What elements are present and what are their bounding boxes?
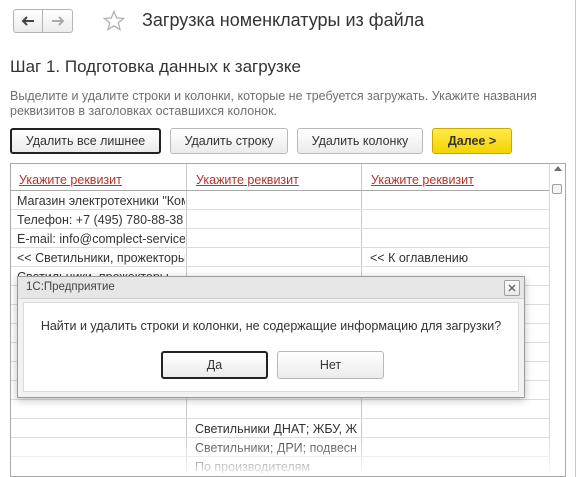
table-cell[interactable] [195,403,361,419]
step-title: Шаг 1. Подготовка данных к загрузке [10,57,301,76]
table-cell[interactable] [195,213,361,229]
no-button[interactable]: Нет [277,351,384,379]
table-cell[interactable] [370,194,546,210]
remove-row-button[interactable]: Удалить строку [170,128,288,154]
table-row[interactable]: Телефон: +7 (495) 780-88-38 [11,211,549,229]
column-1-attribute-link[interactable]: Укажите реквизит [19,173,122,187]
column-2-attribute-link[interactable]: Укажите реквизит [196,173,299,187]
hint-text: Выделите и удалите строки и колонки, кот… [10,89,537,118]
table-cell[interactable] [195,194,361,210]
navigation-buttons [13,9,73,33]
yes-button[interactable]: Да [161,351,268,379]
remove-column-button[interactable]: Удалить колонку [297,128,423,154]
table-cell[interactable] [370,213,546,229]
next-button[interactable]: Далее > [432,128,512,154]
dialog-body: Найти и удалить строки и колонки, не сод… [23,302,519,392]
table-cell[interactable] [370,232,546,248]
dialog-close-button[interactable] [504,280,520,296]
table-cell[interactable]: << К оглавлению [370,251,546,267]
dialog-titlebar: 1С:Предприятие [18,277,524,299]
main-window: Загрузка номенклатуры из файла Шаг 1. По… [0,0,576,477]
table-fade [11,436,565,476]
table-cell[interactable]: << Светильники, прожекторы [17,251,185,267]
table-row[interactable]: Магазин электротехники "Комплект" [11,192,549,210]
dialog-message: Найти и удалить строки и колонки, не сод… [40,319,502,333]
table-cell[interactable]: Магазин электротехники "Комплект" [17,194,185,210]
dialog-title: 1С:Предприятие [26,281,115,293]
table-cell[interactable] [370,403,546,419]
arrow-right-icon [51,16,64,26]
table-cell[interactable] [17,403,185,419]
table-row[interactable] [11,401,549,419]
table-row[interactable]: << Светильники, прожекторы << К оглавлени… [11,249,549,267]
close-icon [508,284,516,292]
back-button[interactable] [13,9,43,33]
window-title: Загрузка номенклатуры из файла [142,10,425,30]
star-icon[interactable] [103,10,125,32]
confirm-dialog: 1С:Предприятие Найти и удалить строки и … [17,276,525,398]
table-cell[interactable]: E-mail: info@complect-service.ru [17,232,185,248]
table-row[interactable]: E-mail: info@complect-service.ru [11,230,549,248]
table-cell[interactable] [195,232,361,248]
table-scrollbar[interactable] [549,164,565,476]
table-header: Укажите реквизит Укажите реквизит Укажит… [11,164,549,191]
table-cell[interactable]: Телефон: +7 (495) 780-88-38 [17,213,185,229]
scroll-up-icon[interactable] [554,166,562,171]
forward-button[interactable] [43,9,73,33]
table-cell[interactable] [195,251,361,267]
toolbar: Удалить все лишнее Удалить строку Удалит… [10,128,512,154]
column-3-attribute-link[interactable]: Укажите реквизит [371,173,474,187]
scroll-thumb[interactable] [552,184,562,194]
arrow-left-icon [21,16,34,26]
remove-all-extra-button[interactable]: Удалить все лишнее [10,128,161,154]
